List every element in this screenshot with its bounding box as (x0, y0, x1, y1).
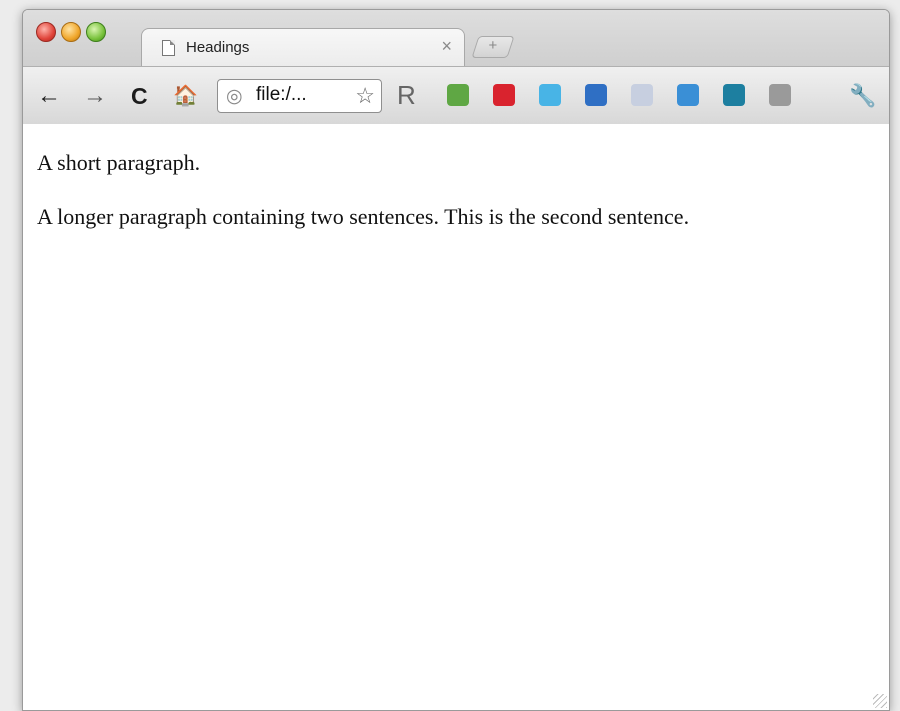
window-zoom-button[interactable] (86, 22, 106, 42)
plus-icon: + (488, 37, 498, 54)
page-content: A short paragraph. A longer paragraph co… (23, 124, 889, 710)
twitter-icon[interactable] (539, 84, 561, 106)
resize-grip[interactable] (873, 694, 887, 708)
browser-toolbar: ← → C 🏠 ◎ file:/... ☆ R 🔧 (23, 66, 889, 125)
magnet-icon[interactable] (493, 84, 515, 106)
reload-icon[interactable]: C (131, 83, 148, 109)
long-paragraph: A longer paragraph containing two senten… (37, 204, 690, 229)
short-paragraph: A short paragraph. (37, 150, 201, 175)
document-icon (162, 40, 175, 56)
tab-strip: Headings × + (23, 10, 889, 67)
chat-icon[interactable] (677, 84, 699, 106)
back-icon[interactable]: ← (37, 83, 61, 109)
tab-title: Headings (186, 39, 250, 56)
r-extension-icon[interactable]: R (397, 82, 416, 108)
new-tab-button[interactable]: + (471, 36, 515, 58)
terminal-icon[interactable] (723, 84, 745, 106)
download-icon[interactable] (585, 84, 607, 106)
window-minimize-button[interactable] (61, 22, 81, 42)
globe-icon: ◎ (226, 86, 243, 107)
window-close-button[interactable] (36, 22, 56, 42)
address-bar[interactable]: ◎ file:/... ☆ (217, 79, 382, 113)
tab-headings[interactable]: Headings × (141, 28, 465, 67)
tab-close-icon[interactable]: × (441, 36, 452, 57)
evernote-icon[interactable] (447, 84, 469, 106)
facebook-icon[interactable] (631, 84, 653, 106)
bookmark-star-icon[interactable]: ☆ (355, 83, 375, 109)
home-icon[interactable]: 🏠 (173, 83, 198, 109)
address-text[interactable]: file:/... (256, 84, 307, 106)
forward-icon[interactable]: → (83, 83, 107, 109)
wrench-icon[interactable]: 🔧 (849, 83, 876, 109)
browser-window: Headings × + ← → C 🏠 ◎ file:/... ☆ R 🔧 A… (22, 9, 890, 711)
settings-globe-icon[interactable] (769, 84, 791, 106)
